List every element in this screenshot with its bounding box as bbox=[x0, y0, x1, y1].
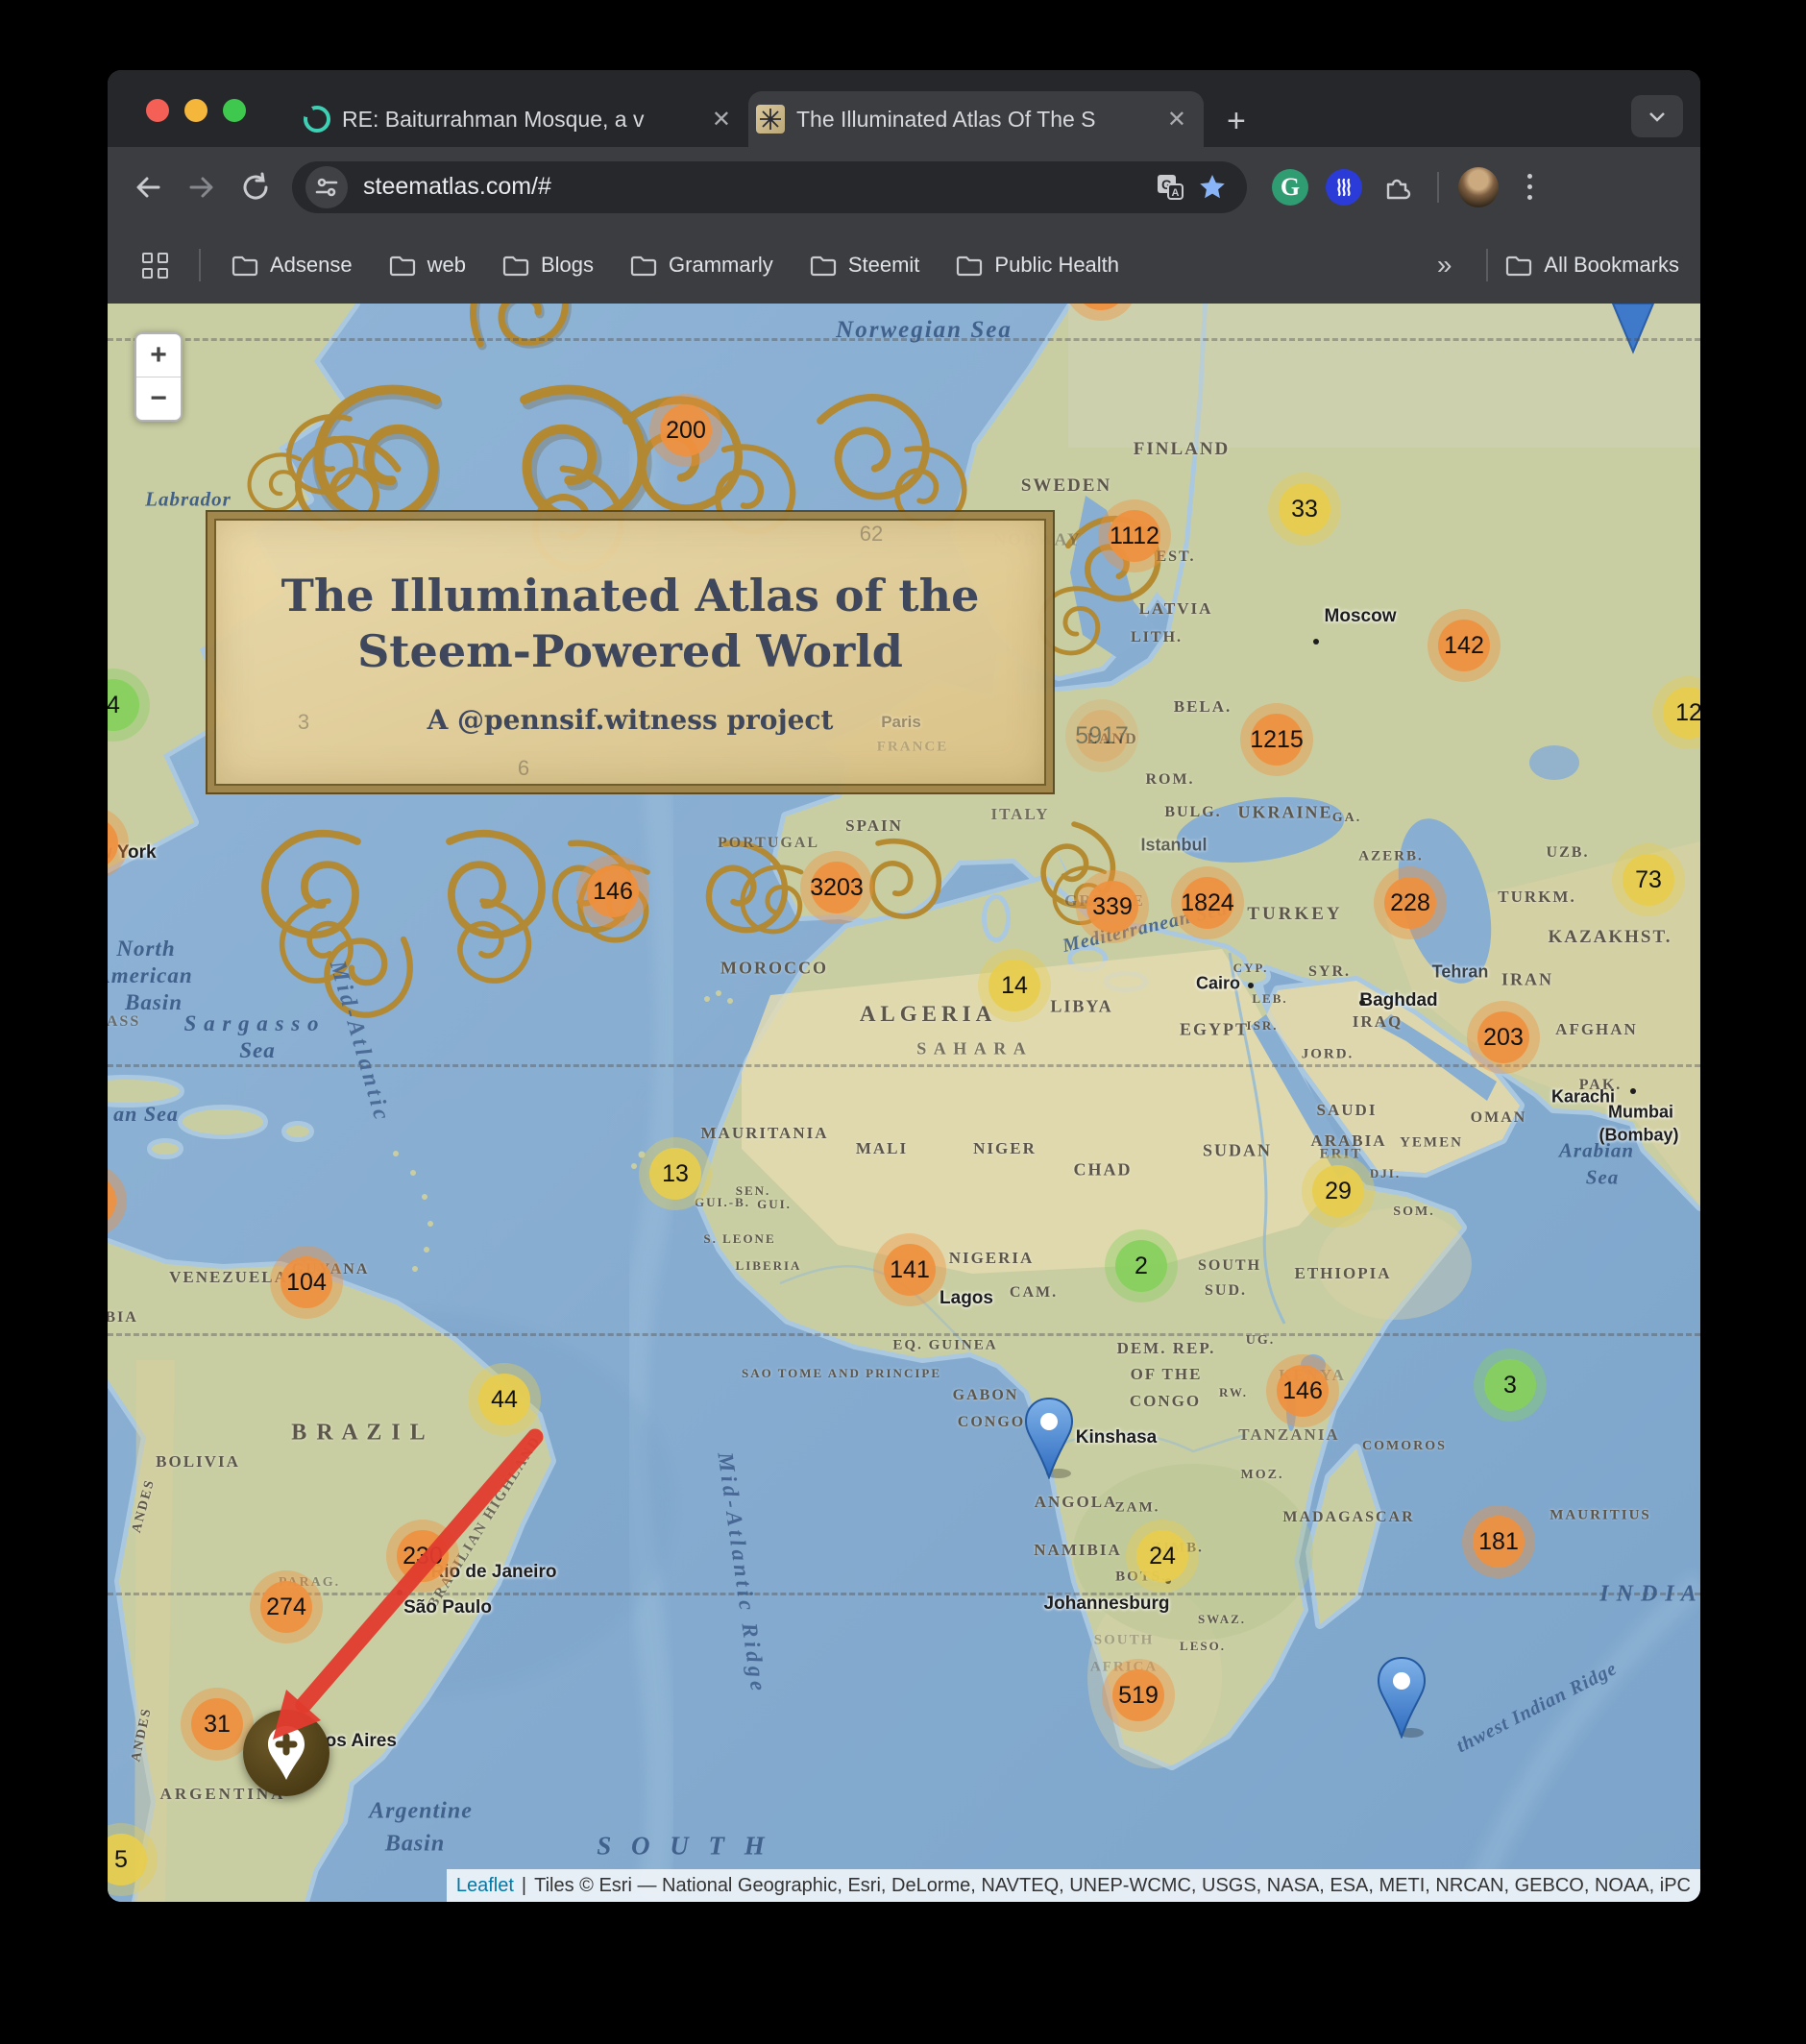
bookmarks-overflow-button[interactable]: » bbox=[1437, 250, 1454, 280]
cluster-marker-146[interactable]: 146 bbox=[1266, 1354, 1339, 1427]
cluster-marker-13[interactable]: 13 bbox=[639, 1137, 712, 1210]
zoom-in-button[interactable]: + bbox=[136, 334, 181, 377]
tab-steemit-post[interactable]: RE: Baiturrahman Mosque, a v ✕ bbox=[296, 91, 748, 147]
close-tab-icon[interactable]: ✕ bbox=[702, 106, 741, 134]
steemit-favicon-icon bbox=[302, 106, 330, 133]
window-controls[interactable] bbox=[146, 99, 246, 122]
city-dot bbox=[1630, 1088, 1636, 1094]
cluster-marker-230[interactable]: 230 bbox=[386, 1520, 459, 1593]
leaflet-link[interactable]: Leaflet bbox=[456, 1875, 514, 1897]
address-bar[interactable]: steematlas.com/# GA bbox=[292, 160, 1247, 213]
bookmark-folder-grammarly[interactable]: Grammarly bbox=[630, 253, 773, 278]
cluster-marker-1824[interactable]: 1824 bbox=[1171, 866, 1244, 939]
bookmark-folder-web[interactable]: web bbox=[389, 253, 466, 278]
cluster-marker-274[interactable]: 274 bbox=[250, 1570, 323, 1643]
cluster-marker-228[interactable]: 228 bbox=[1374, 866, 1447, 939]
toolbar-divider bbox=[1437, 171, 1439, 203]
cluster-marker-519[interactable]: 519 bbox=[1102, 1659, 1175, 1732]
steemit-extension-icon[interactable] bbox=[1322, 165, 1366, 209]
tab-search-chevron-button[interactable] bbox=[1631, 95, 1683, 137]
bookmark-folder-public-health[interactable]: Public Health bbox=[956, 253, 1119, 278]
atlas-subtitle: A @pennsif.witness project bbox=[427, 704, 834, 736]
map-zoom-control: + − bbox=[134, 332, 183, 422]
city-dot bbox=[397, 1590, 403, 1595]
profile-avatar[interactable] bbox=[1456, 165, 1501, 209]
cluster-marker-14[interactable]: 14 bbox=[978, 949, 1051, 1022]
grammarly-extension-icon[interactable]: G bbox=[1268, 165, 1312, 209]
url-text[interactable]: steematlas.com/# bbox=[363, 173, 1149, 201]
cluster-marker-3[interactable]: 3 bbox=[1474, 1349, 1547, 1422]
graticule-line bbox=[108, 1333, 1700, 1336]
cluster-marker-2[interactable]: 2 bbox=[1105, 1229, 1178, 1302]
extensions-row: G bbox=[1268, 165, 1549, 209]
cluster-marker-141[interactable]: 141 bbox=[873, 1233, 946, 1306]
cluster-marker-44[interactable]: 44 bbox=[468, 1363, 541, 1436]
cluster-marker-29[interactable]: 29 bbox=[1302, 1155, 1375, 1228]
cluster-marker-104[interactable]: 104 bbox=[270, 1246, 343, 1319]
reload-button[interactable] bbox=[229, 160, 282, 214]
browser-menu-kebab-icon[interactable] bbox=[1510, 174, 1549, 200]
bookmark-folder-list: Adsense web Blogs Grammarly Steemit Public He… bbox=[232, 253, 1119, 278]
city-dot bbox=[1313, 639, 1319, 645]
graticule-line bbox=[108, 1593, 1700, 1595]
cluster-marker-3203[interactable]: 3203 bbox=[800, 851, 873, 924]
cluster-marker-1215[interactable]: 1215 bbox=[1240, 703, 1313, 776]
graticule-line bbox=[108, 338, 1700, 341]
bookmark-folder-adsense[interactable]: Adsense bbox=[232, 253, 353, 278]
bookmarks-divider bbox=[199, 249, 201, 281]
bookmarks-right-group: » All Bookmarks bbox=[1437, 249, 1679, 281]
cluster-marker-146[interactable]: 146 bbox=[576, 855, 649, 928]
extensions-puzzle-icon[interactable] bbox=[1376, 165, 1420, 209]
tiles-attribution-text: Tiles © Esri — National Geographic, Esri… bbox=[534, 1874, 1691, 1896]
white-pin-plus-icon bbox=[268, 1726, 305, 1780]
city-dot bbox=[1248, 983, 1254, 988]
svg-text:A: A bbox=[1172, 187, 1180, 199]
blue-pin-marker-kinshasa[interactable] bbox=[1023, 1397, 1075, 1484]
cluster-marker-203[interactable]: 203 bbox=[1467, 1001, 1540, 1074]
browser-toolbar: steematlas.com/# GA G bbox=[108, 147, 1700, 227]
cluster-marker-142[interactable]: 142 bbox=[1428, 609, 1501, 682]
cluster-marker-24[interactable]: 24 bbox=[1126, 1520, 1199, 1593]
tab-strip: RE: Baiturrahman Mosque, a v ✕ The Illum… bbox=[108, 70, 1700, 147]
minimize-window-button[interactable] bbox=[184, 99, 207, 122]
site-settings-icon[interactable] bbox=[305, 165, 348, 208]
all-bookmarks-button[interactable]: All Bookmarks bbox=[1505, 253, 1679, 278]
blue-pin-marker-indian-ocean[interactable] bbox=[1376, 1656, 1428, 1743]
atlas-compass-favicon-icon bbox=[756, 105, 785, 134]
city-dot bbox=[1359, 1000, 1365, 1006]
tab-title: The Illuminated Atlas Of The S bbox=[796, 106, 1158, 133]
apps-grid-icon[interactable] bbox=[142, 252, 168, 279]
translate-icon[interactable]: GA bbox=[1149, 166, 1191, 208]
cluster-marker-5917[interactable]: 5917 bbox=[1065, 699, 1138, 772]
leaflet-map[interactable]: Norwegian SeaLabradorNorthAmericanBasinS… bbox=[108, 304, 1700, 1902]
cluster-marker-339[interactable]: 339 bbox=[1076, 870, 1149, 943]
new-tab-button[interactable]: + bbox=[1227, 105, 1246, 137]
cluster-marker-1112[interactable]: 1112 bbox=[1098, 499, 1171, 572]
bookmark-folder-blogs[interactable]: Blogs bbox=[502, 253, 594, 278]
browser-window: RE: Baiturrahman Mosque, a v ✕ The Illum… bbox=[108, 70, 1700, 1902]
map-attribution: Leaflet | Tiles © Esri — National Geogra… bbox=[446, 1869, 1700, 1902]
tab-steem-atlas[interactable]: The Illuminated Atlas Of The S ✕ bbox=[748, 91, 1204, 147]
close-tab-icon[interactable]: ✕ bbox=[1158, 106, 1196, 134]
add-location-marker-button[interactable] bbox=[243, 1710, 329, 1796]
graticule-line bbox=[108, 1064, 1700, 1067]
close-window-button[interactable] bbox=[146, 99, 169, 122]
fullscreen-window-button[interactable] bbox=[223, 99, 246, 122]
tab-title: RE: Baiturrahman Mosque, a v bbox=[342, 106, 702, 133]
bookmark-folder-steemit[interactable]: Steemit bbox=[810, 253, 919, 278]
atlas-title: The Illuminated Atlas of the Steem-Power… bbox=[281, 570, 980, 677]
atlas-title-card: The Illuminated Atlas of the Steem-Power… bbox=[207, 512, 1053, 792]
zoom-out-button[interactable]: − bbox=[136, 377, 181, 420]
cluster-marker-200[interactable]: 200 bbox=[649, 394, 722, 467]
cluster-marker-33[interactable]: 33 bbox=[1268, 473, 1341, 546]
bookmarks-divider bbox=[1486, 249, 1489, 281]
forward-button[interactable] bbox=[175, 160, 229, 214]
screenshot-stage: RE: Baiturrahman Mosque, a v ✕ The Illum… bbox=[0, 0, 1806, 2044]
cluster-marker-181[interactable]: 181 bbox=[1462, 1505, 1535, 1578]
back-button[interactable] bbox=[121, 160, 175, 214]
cluster-marker-73[interactable]: 73 bbox=[1612, 843, 1685, 916]
bookmark-star-icon[interactable] bbox=[1191, 166, 1233, 208]
bookmarks-bar: Adsense web Blogs Grammarly Steemit Public He… bbox=[108, 227, 1700, 304]
